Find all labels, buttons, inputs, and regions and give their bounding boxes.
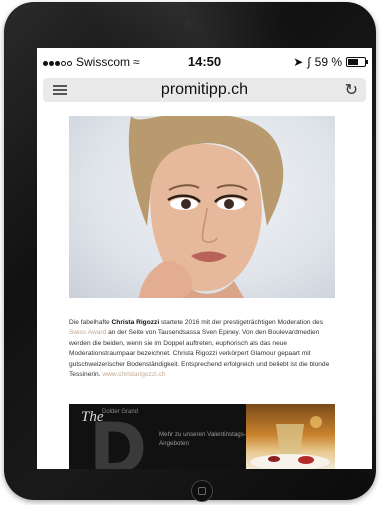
reload-icon[interactable]: ↻ bbox=[345, 80, 358, 100]
dessert-photo bbox=[246, 404, 335, 469]
address-bar[interactable]: promitipp.ch ↻ bbox=[43, 78, 366, 102]
status-right: ➤ ∫ 59 % bbox=[293, 55, 368, 69]
portrait-illustration bbox=[128, 116, 284, 298]
dolder-grand-ad-banner[interactable]: D The Dolder Grand Mehr zu unseren Valen… bbox=[69, 404, 335, 469]
url-text[interactable]: promitipp.ch bbox=[43, 81, 366, 99]
home-button[interactable] bbox=[191, 480, 213, 502]
location-arrow-icon: ➤ bbox=[293, 55, 304, 69]
dessert-illustration bbox=[250, 416, 330, 469]
person-name: Christa Rigozzi bbox=[111, 319, 160, 326]
front-camera bbox=[185, 20, 192, 27]
text-part-1: Die fabelhafte bbox=[69, 319, 112, 326]
bluetooth-icon: ∫ bbox=[307, 55, 311, 69]
text-part-2: startete 2016 mit der prestigeträchtigen… bbox=[159, 319, 323, 326]
status-bar: Swisscom ≈ 14:50 ➤ ∫ 59 % bbox=[37, 48, 372, 74]
screen: Swisscom ≈ 14:50 ➤ ∫ 59 % promitipp.ch ↻ bbox=[37, 48, 372, 469]
banner-cta[interactable]: Mehr zu unseren Valentinstags-Angeboten bbox=[159, 430, 249, 448]
website-link[interactable]: www.christarigozzi.ch bbox=[102, 371, 165, 378]
page-content: Die fabelhafte Christa Rigozzi startete … bbox=[37, 110, 372, 469]
tablet-frame: Swisscom ≈ 14:50 ➤ ∫ 59 % promitipp.ch ↻ bbox=[4, 2, 376, 502]
battery-percent: 59 % bbox=[314, 55, 342, 69]
portrait-photo bbox=[69, 116, 335, 298]
swiss-award-link[interactable]: Swiss Award bbox=[69, 329, 106, 336]
battery-icon bbox=[346, 57, 368, 67]
banner-brand: Dolder Grand bbox=[102, 409, 139, 415]
banner-the: The bbox=[81, 409, 104, 425]
article-paragraph: Die fabelhafte Christa Rigozzi startete … bbox=[69, 318, 341, 380]
